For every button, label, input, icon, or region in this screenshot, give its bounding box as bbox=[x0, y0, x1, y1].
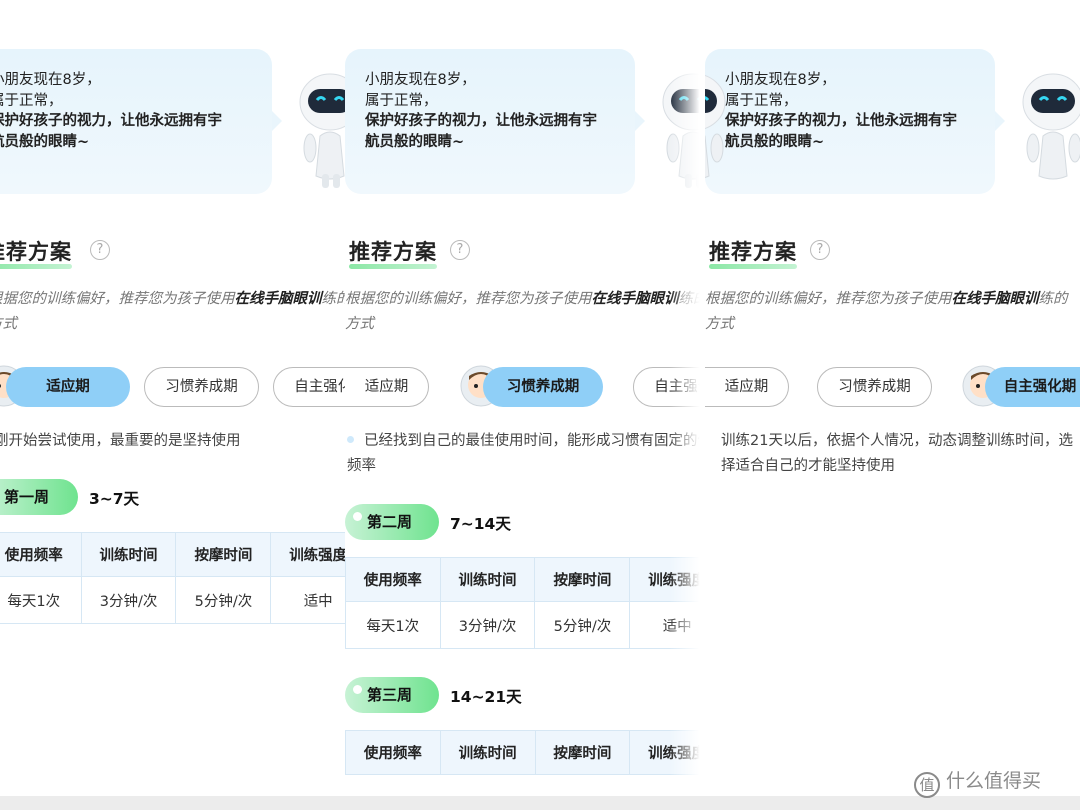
speech-bubble: 小朋友现在8岁， 属于正常， 保护好孩子的视力，让他永远拥有宇 航员般的眼睛~ bbox=[345, 49, 645, 194]
speech-line-1: 小朋友现在8岁， bbox=[365, 72, 476, 88]
speech-line-4: 航员般的眼睛~ bbox=[0, 133, 90, 150]
speech-line-2: 属于正常， bbox=[725, 92, 798, 109]
help-icon[interactable]: ? bbox=[90, 240, 110, 260]
table-cell: 每天1次 bbox=[345, 601, 441, 649]
table-cell: 适中 bbox=[629, 601, 705, 649]
phase-tab-habit[interactable]: 习惯养成期 bbox=[817, 367, 932, 407]
speech-line-3: 保护好孩子的视力，让他永远拥有宇 bbox=[0, 113, 222, 129]
speech-line-1: 小朋友现在8岁， bbox=[725, 72, 836, 88]
table-header-row: 使用频率 训练时间 按摩时间 训练强度 bbox=[0, 532, 360, 577]
section-description: 根据您的训练偏好，推荐您为孩子使用在线手脑眼训练的方式 bbox=[705, 291, 1068, 332]
phase-note: 已经找到自己的最佳使用时间，能形成习惯有固定的使用频率 bbox=[347, 433, 705, 474]
section-title: 推荐方案 bbox=[0, 236, 72, 269]
panel-habit: 小朋友现在8岁， 属于正常， 保护好孩子的视力，让他永远拥有宇 航员般的眼睛~ … bbox=[345, 0, 705, 810]
phase-tab-adaptation[interactable]: 适应期 bbox=[705, 367, 789, 407]
phase-note: 训练21天以后，依据个人情况，动态调整训练时间，选择适合自己的才能坚持使用 bbox=[721, 433, 1073, 474]
table-header: 使用频率 bbox=[0, 532, 82, 577]
phase-tab-autonomy[interactable]: 自主强化期 bbox=[633, 367, 705, 407]
table-header: 按摩时间 bbox=[175, 532, 272, 577]
help-icon[interactable]: ? bbox=[450, 240, 470, 260]
phase-tab-habit[interactable]: 习惯养成期 bbox=[144, 367, 259, 407]
table-cell: 5分钟/次 bbox=[534, 601, 631, 649]
speech-line-4: 航员般的眼睛~ bbox=[365, 133, 465, 150]
table-header: 按摩时间 bbox=[534, 730, 631, 775]
site-watermark: 值什么值得买 bbox=[914, 766, 1041, 798]
section-description: 根据您的训练偏好，推荐您为孩子使用在线手脑眼训练的方式 bbox=[0, 291, 351, 332]
panel-autonomy: 小朋友现在8岁， 属于正常， 保护好孩子的视力，让他永远拥有宇 航员般的眼睛~ bbox=[705, 0, 1080, 810]
week-range: 3~7天 bbox=[89, 490, 140, 508]
speech-line-3: 保护好孩子的视力，让他永远拥有宇 bbox=[365, 113, 597, 129]
phase-tab-adaptation[interactable]: 适应期 bbox=[6, 367, 130, 407]
help-icon[interactable]: ? bbox=[810, 240, 830, 260]
table-row: 每天1次 3分钟/次 5分钟/次 适中 bbox=[0, 576, 360, 624]
week-range: 7~14天 bbox=[450, 515, 511, 533]
speech-bubble: 小朋友现在8岁， 属于正常， 保护好孩子的视力，让他永远拥有宇 航员般的眼睛~ bbox=[0, 49, 282, 194]
table-cell: 3分钟/次 bbox=[80, 576, 177, 624]
speech-line-2: 属于正常， bbox=[365, 92, 438, 109]
week-badge: 第一周 bbox=[0, 479, 78, 515]
table-header: 按摩时间 bbox=[534, 557, 631, 602]
watermark-logo-icon: 值 bbox=[914, 772, 940, 798]
section-title: 推荐方案 bbox=[709, 236, 797, 269]
section-description: 根据您的训练偏好，推荐您为孩子使用在线手脑眼训练的方式 bbox=[345, 291, 705, 332]
week-badge: 第二周 bbox=[345, 504, 439, 540]
table-header: 训练时间 bbox=[439, 730, 536, 775]
robot-mascot-icon bbox=[705, 75, 726, 178]
speech-line-4: 航员般的眼睛~ bbox=[725, 133, 825, 150]
section-title: 推荐方案 bbox=[349, 236, 437, 269]
phase-tab-autonomy[interactable]: 自主强化期 bbox=[985, 367, 1080, 407]
phase-tab-habit[interactable]: 习惯养成期 bbox=[483, 367, 603, 407]
phase-tab-adaptation[interactable]: 适应期 bbox=[345, 367, 429, 407]
speech-line-2: 属于正常， bbox=[0, 92, 63, 109]
table-header: 训练强度 bbox=[629, 557, 705, 602]
table-cell: 3分钟/次 bbox=[439, 601, 536, 649]
table-header-row: 使用频率 训练时间 按摩时间 训练强度 bbox=[345, 730, 705, 775]
table-cell: 5分钟/次 bbox=[175, 576, 272, 624]
week-range: 14~21天 bbox=[450, 688, 522, 706]
bottom-bar bbox=[0, 796, 1080, 810]
table-header-row: 使用频率 训练时间 按摩时间 训练强度 bbox=[345, 557, 705, 602]
plan-table: 使用频率 训练时间 按摩时间 训练强度 每天1次 3分钟/次 5分钟/次 适中 bbox=[345, 557, 705, 649]
robot-mascot-icon bbox=[662, 73, 705, 188]
panel-adaptation: 小朋友现在8岁， 属于正常， 保护好孩子的视力，让他永远拥有宇 航员般的眼睛~ … bbox=[0, 0, 360, 810]
speech-line-1: 小朋友现在8岁， bbox=[0, 72, 101, 88]
table-row: 每天1次 3分钟/次 5分钟/次 适中 bbox=[345, 601, 705, 649]
table-header: 训练时间 bbox=[80, 532, 177, 577]
week-badge: 第三周 bbox=[345, 677, 439, 713]
table-header: 使用频率 bbox=[345, 730, 441, 775]
table-header: 使用频率 bbox=[345, 557, 441, 602]
table-header: 训练强度 bbox=[629, 730, 705, 775]
phase-note: 刚开始尝试使用，最重要的是坚持使用 bbox=[0, 433, 241, 449]
speech-bubble: 小朋友现在8岁， 属于正常， 保护好孩子的视力，让他永远拥有宇 航员般的眼睛~ bbox=[705, 49, 1005, 194]
plan-table: 使用频率 训练时间 按摩时间 训练强度 bbox=[345, 730, 705, 775]
table-cell: 每天1次 bbox=[0, 576, 82, 624]
plan-table: 使用频率 训练时间 按摩时间 训练强度 每天1次 3分钟/次 5分钟/次 适中 bbox=[0, 532, 360, 624]
table-header: 训练时间 bbox=[439, 557, 536, 602]
robot-mascot-icon bbox=[1022, 73, 1080, 180]
speech-line-3: 保护好孩子的视力，让他永远拥有宇 bbox=[725, 113, 957, 129]
